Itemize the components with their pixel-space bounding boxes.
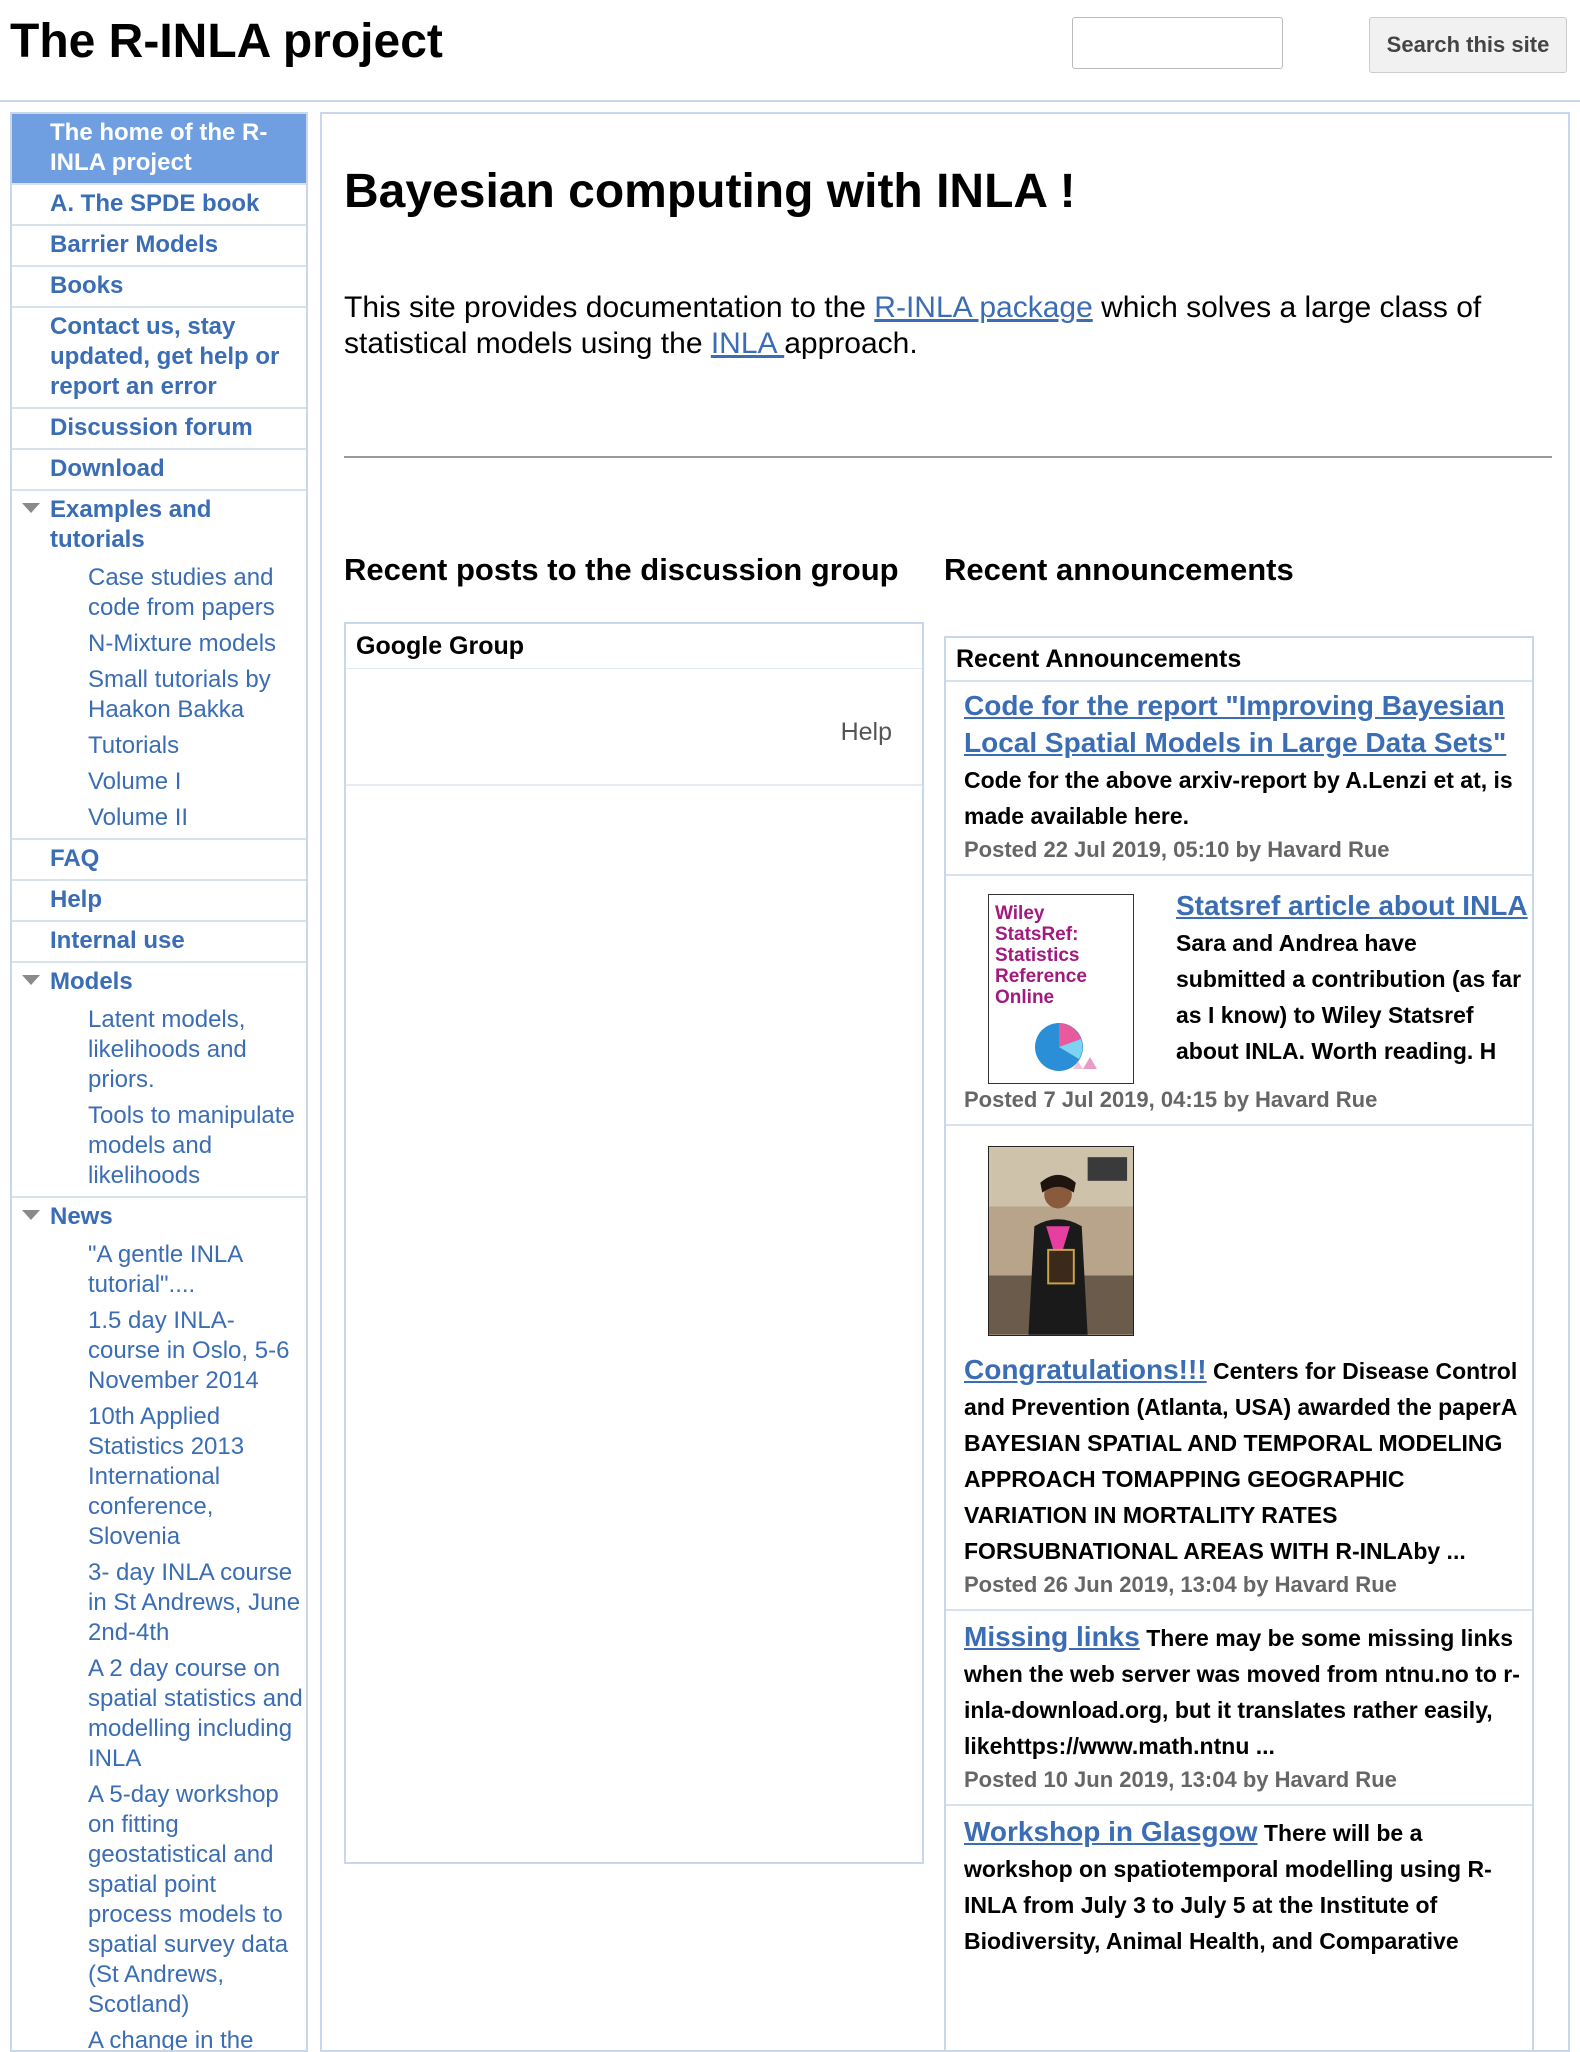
sidebar-group-examples: Examples and tutorials Case studies and … <box>12 491 306 840</box>
announcement-body: Missing links There may be some missing … <box>964 1619 1528 1764</box>
sidebar-subitem-news-5[interactable]: A 2 day course on spatial statistics and… <box>12 1651 306 1777</box>
statsref-book-cover[interactable]: Wiley StatsRef: Statistics Reference Onl… <box>988 894 1134 1084</box>
announcements-widget: Recent Announcements Code for the report… <box>944 636 1534 2050</box>
announcements-widget-title: Recent Announcements <box>956 645 1242 673</box>
announcement-link[interactable]: Statsref article about INLA <box>1176 890 1528 921</box>
announcement-meta: Posted 22 Jul 2019, 05:10 by Havard Rue <box>964 837 1390 862</box>
collapse-triangle-icon[interactable] <box>22 1210 40 1220</box>
announcement-body: Code for the report "Improving Bayesian … <box>964 688 1528 834</box>
announcement-meta: Posted 26 Jun 2019, 13:04 by Havard Rue <box>964 1572 1397 1597</box>
collapse-triangle-icon[interactable] <box>22 503 40 513</box>
announcement-body: Workshop in Glasgow There will be a work… <box>964 1814 1528 1959</box>
sidebar-item-internal-use[interactable]: Internal use <box>12 922 306 963</box>
pie-graphic-icon <box>1035 1023 1097 1071</box>
sidebar-item-examples[interactable]: Examples and tutorials <box>12 491 306 560</box>
sidebar-item-models[interactable]: Models <box>12 963 306 1002</box>
announcement-link[interactable]: Workshop in Glasgow <box>964 1816 1258 1847</box>
sidebar-item-books[interactable]: Books <box>12 267 306 308</box>
sidebar-subitem-tools[interactable]: Tools to manipulate models and likelihoo… <box>12 1098 306 1194</box>
announcement-thumb-wrap: Wiley StatsRef: Statistics Reference Onl… <box>964 888 1176 1084</box>
sidebar-subitem-volume-1[interactable]: Volume I <box>12 764 306 800</box>
sidebar-group-news: News "A gentle INLA tutorial".... 1.5 da… <box>12 1198 306 2050</box>
sidebar-nav: The home of the R-INLA project A. The SP… <box>10 112 308 2052</box>
sidebar-subitem-latent-models[interactable]: Latent models, likelihoods and priors. <box>12 1002 306 1098</box>
divider <box>344 456 1552 458</box>
announcement-item: Code for the report "Improving Bayesian … <box>946 680 1532 874</box>
main-content: Bayesian computing with INLA ! This site… <box>320 112 1570 2052</box>
announcement-text: Code for the above arxiv-report by A.Len… <box>964 767 1513 829</box>
announcement-body: Statsref article about INLA Sara and And… <box>1176 888 1528 1084</box>
sidebar-subitem-news-3[interactable]: 10th Applied Statistics 2013 Internation… <box>12 1399 306 1555</box>
search-button[interactable]: Search this site <box>1369 17 1567 73</box>
sidebar-subitem-news-2[interactable]: 1.5 day INLA-course in Oslo, 5-6 Novembe… <box>12 1303 306 1399</box>
intro-text: This site provides documentation to the … <box>344 290 1544 362</box>
sidebar-subitem-n-mixture[interactable]: N-Mixture models <box>12 626 306 662</box>
sidebar-item-spde-book[interactable]: A. The SPDE book <box>12 185 306 226</box>
announcement-photo-wrap <box>964 1146 1528 1346</box>
sidebar-item-contact[interactable]: Contact us, stay updated, get help or re… <box>12 308 306 409</box>
sidebar-subitem-volume-2[interactable]: Volume II <box>12 800 306 836</box>
sidebar-subitem-news-6[interactable]: A 5-day workshop on fitting geostatistic… <box>12 1777 306 2023</box>
intro-text-part: This site provides documentation to the <box>344 291 875 324</box>
announcements-heading: Recent announcements <box>944 552 1294 587</box>
sidebar-item-label: Examples and tutorials <box>50 496 212 553</box>
page-title: Bayesian computing with INLA ! <box>344 165 1076 218</box>
announcement-text: Sara and Andrea have submitted a contrib… <box>1176 930 1522 1064</box>
sidebar-item-download[interactable]: Download <box>12 450 306 491</box>
site-header: The R-INLA project Search this site <box>0 0 1580 102</box>
announcement-item: Congratulations!!! Centers for Disease C… <box>946 1124 1532 1609</box>
sidebar-subitem-news-4[interactable]: 3- day INLA course in St Andrews, June 2… <box>12 1555 306 1651</box>
announcement-link[interactable]: Congratulations!!! <box>964 1354 1207 1385</box>
sidebar-subitem-small-tutorials[interactable]: Small tutorials by Haakon Bakka <box>12 662 306 728</box>
site-title[interactable]: The R-INLA project <box>10 14 443 69</box>
announcement-text: Centers for Disease Control and Preventi… <box>964 1358 1518 1564</box>
sidebar-item-barrier-models[interactable]: Barrier Models <box>12 226 306 267</box>
posts-heading: Recent posts to the discussion group <box>344 552 899 587</box>
announcement-item: Workshop in Glasgow There will be a work… <box>946 1804 1532 1967</box>
divider <box>346 784 922 786</box>
search-input[interactable] <box>1072 17 1283 69</box>
announcement-row: Wiley StatsRef: Statistics Reference Onl… <box>964 888 1528 1084</box>
google-group-widget: Google Group Help <box>344 622 924 1864</box>
sidebar-item-home[interactable]: The home of the R-INLA project <box>12 114 306 185</box>
announcement-meta: Posted 10 Jun 2019, 13:04 by Havard Rue <box>964 1767 1397 1792</box>
sidebar-group-models: Models Latent models, likelihoods and pr… <box>12 963 306 1198</box>
collapse-triangle-icon[interactable] <box>22 975 40 985</box>
book-cover-title: Wiley StatsRef: Statistics Reference Onl… <box>995 903 1087 1008</box>
sidebar-item-faq[interactable]: FAQ <box>12 840 306 881</box>
award-photo[interactable] <box>988 1146 1134 1336</box>
sidebar-subitem-tutorials[interactable]: Tutorials <box>12 728 306 764</box>
announcement-link[interactable]: Code for the report "Improving Bayesian … <box>964 690 1506 758</box>
sidebar-subitem-news-1[interactable]: "A gentle INLA tutorial".... <box>12 1237 306 1303</box>
announcement-body: Congratulations!!! Centers for Disease C… <box>964 1352 1528 1569</box>
sidebar-item-news[interactable]: News <box>12 1198 306 1237</box>
intro-text-part: approach. <box>784 327 918 360</box>
sidebar-item-help[interactable]: Help <box>12 881 306 922</box>
sidebar-item-label: Models <box>50 968 133 995</box>
announcement-meta: Posted 7 Jul 2019, 04:15 by Havard Rue <box>964 1087 1378 1112</box>
announcement-item: Wiley StatsRef: Statistics Reference Onl… <box>946 874 1532 1124</box>
google-group-help-link[interactable]: Help <box>841 718 892 747</box>
sidebar-subitem-case-studies[interactable]: Case studies and code from papers <box>12 560 306 626</box>
google-group-title: Google Group <box>346 624 922 669</box>
sidebar-item-discussion-forum[interactable]: Discussion forum <box>12 409 306 450</box>
announcement-link[interactable]: Missing links <box>964 1621 1140 1652</box>
r-inla-package-link[interactable]: R-INLA package <box>874 291 1092 324</box>
sidebar-item-label: News <box>50 1203 113 1230</box>
announcement-item: Missing links There may be some missing … <box>946 1609 1532 1804</box>
inla-link[interactable]: INLA <box>711 327 784 360</box>
